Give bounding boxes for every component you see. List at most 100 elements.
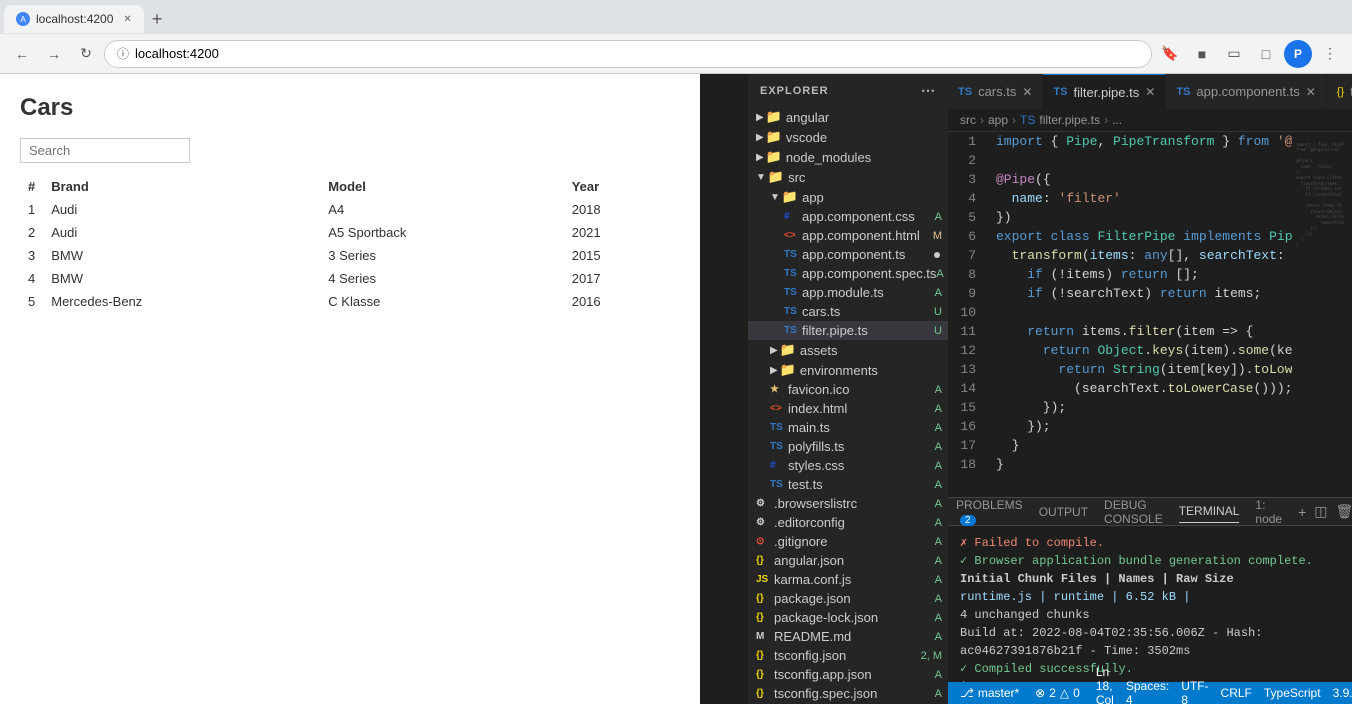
tree-item-package-lock-json[interactable]: {}package-lock.jsonA — [748, 608, 948, 627]
terminal-tab-terminal[interactable]: TERMINAL — [1179, 500, 1240, 523]
tree-item-app-component-css[interactable]: #app.component.cssA — [748, 207, 948, 226]
tab-filter-pipe-ts[interactable]: TS filter.pipe.ts ✕ — [1043, 74, 1166, 109]
address-bar[interactable]: ⓘ localhost:4200 — [104, 40, 1152, 68]
tree-item-app[interactable]: ▼📁app — [748, 187, 948, 207]
tree-item-angular-json[interactable]: {}angular.jsonA — [748, 551, 948, 570]
browser-tab[interactable]: A localhost:4200 ✕ — [4, 5, 144, 33]
file-name: main.ts — [788, 420, 830, 435]
terminal-tab-problems[interactable]: PROBLEMS 2 — [956, 494, 1023, 530]
tab-tsconfig-json[interactable]: {} tsconfig.json ✕ — [1327, 74, 1352, 109]
tree-item--gitignore[interactable]: ⊙.gitignoreA — [748, 532, 948, 551]
tree-item-tsconfig-json[interactable]: {}tsconfig.json2, M — [748, 646, 948, 665]
tree-item-polyfills-ts[interactable]: TSpolyfills.tsA — [748, 437, 948, 456]
tab-cars-ts[interactable]: TS cars.ts ✕ — [948, 74, 1043, 109]
tree-item-index-html[interactable]: <>index.htmlA — [748, 399, 948, 418]
tree-item-karma-conf-js[interactable]: JSkarma.conf.jsA — [748, 570, 948, 589]
tree-item-app-module-ts[interactable]: TSapp.module.tsA — [748, 283, 948, 302]
terminal-panel: PROBLEMS 2 OUTPUT DEBUG CONSOLE TERMINAL… — [948, 497, 1352, 682]
tab-settings-button[interactable]: □ — [1252, 40, 1280, 68]
terminal-content: ✗ Failed to compile.✓ Browser applicatio… — [948, 526, 1352, 682]
status-branch[interactable]: ⎇ master* — [956, 686, 1023, 700]
terminal-split-icon[interactable]: ◫ — [1314, 503, 1327, 520]
breadcrumb-sep1: › — [980, 113, 984, 127]
status-encoding[interactable]: UTF-8 — [1177, 665, 1212, 704]
status-line-col[interactable]: Ln 18, Col 1 — [1092, 665, 1118, 704]
tree-item-README-md[interactable]: MREADME.mdA — [748, 627, 948, 646]
terminal-trash-icon[interactable]: 🗑 — [1336, 503, 1352, 520]
status-errors[interactable]: ⊗ 2 △ 0 — [1031, 686, 1084, 700]
tree-item--editorconfig[interactable]: ⚙.editorconfigA — [748, 513, 948, 532]
new-tab-button[interactable]: + — [152, 9, 163, 30]
tab-filter-pipe-ts-close[interactable]: ✕ — [1145, 85, 1155, 99]
terminal-line: Initial Chunk Files | Names | Raw Size — [960, 570, 1340, 588]
error-count: 2 — [1049, 686, 1056, 700]
main-layout: Cars # Brand Model Year 1AudiA420182Audi… — [0, 74, 1352, 704]
forward-button[interactable]: → — [40, 40, 68, 68]
file-name: cars.ts — [802, 304, 840, 319]
bookmark-button[interactable]: 🔖 — [1156, 40, 1184, 68]
tree-item-cars-ts[interactable]: TScars.tsU — [748, 302, 948, 321]
tree-item-styles-css[interactable]: #styles.cssA — [748, 456, 948, 475]
tab-filter-pipe-ts-icon: TS — [1053, 86, 1067, 98]
tree-item-vscode[interactable]: ▶📁vscode — [748, 127, 948, 147]
menu-button[interactable]: ⋮ — [1316, 40, 1344, 68]
tree-item-tsconfig-app-json[interactable]: {}tsconfig.app.jsonA — [748, 665, 948, 684]
tree-item-src[interactable]: ▼📁src — [748, 167, 948, 187]
tree-item-favicon-ico[interactable]: ★favicon.icoA — [748, 380, 948, 399]
tree-item-app-component-html[interactable]: <>app.component.htmlM — [748, 226, 948, 245]
status-version[interactable]: 3.9.7 — [1329, 665, 1352, 704]
warning-count: 0 — [1073, 686, 1080, 700]
reload-button[interactable]: ↻ — [72, 40, 100, 68]
tree-item-angular[interactable]: ▶📁angular — [748, 107, 948, 127]
terminal-line: Build at: 2022-08-04T02:35:56.006Z - Has… — [960, 624, 1340, 660]
tab-app-component-ts-close[interactable]: ✕ — [1306, 85, 1316, 99]
search-input[interactable] — [20, 138, 190, 163]
tree-item-node-modules[interactable]: ▶📁node_modules — [748, 147, 948, 167]
tree-item-test-ts[interactable]: TStest.tsA — [748, 475, 948, 494]
tree-item-main-ts[interactable]: TSmain.tsA — [748, 418, 948, 437]
file-name: app.component.css — [802, 209, 915, 224]
tree-item-package-json[interactable]: {}package.jsonA — [748, 589, 948, 608]
tree-item-environments[interactable]: ▶📁environments — [748, 360, 948, 380]
tree-item-app-component-ts[interactable]: TSapp.component.ts — [748, 245, 948, 264]
status-line-ending[interactable]: CRLF — [1217, 665, 1256, 704]
explorer-more-icon[interactable]: ⋯ — [921, 82, 936, 99]
file-name: .gitignore — [774, 534, 827, 549]
code-content[interactable]: import { Pipe, PipeTransform } from '@an… — [988, 132, 1292, 497]
back-button[interactable]: ← — [8, 40, 36, 68]
file-name: karma.conf.js — [774, 572, 851, 587]
cast-button[interactable]: ▭ — [1220, 40, 1248, 68]
file-name: package.json — [774, 591, 851, 606]
status-language[interactable]: TypeScript — [1260, 665, 1325, 704]
table-row: 1AudiA42018 — [20, 198, 680, 221]
file-name: app.component.html — [802, 228, 920, 243]
terminal-add-icon[interactable]: + — [1298, 504, 1306, 520]
folder-name: angular — [786, 110, 829, 125]
tree-item--browserslistrc[interactable]: ⚙.browserslistrcA — [748, 494, 948, 513]
tab-cars-ts-close[interactable]: ✕ — [1022, 85, 1032, 99]
terminal-tab-node[interactable]: 1: node — [1255, 494, 1282, 530]
code-editor[interactable]: 1 2 3 4 5 6 7 8 9 10 11 12 13 14 15 16 1… — [948, 132, 1292, 497]
git-branch-icon: ⎇ — [960, 686, 974, 700]
line-numbers: 1 2 3 4 5 6 7 8 9 10 11 12 13 14 15 16 1… — [948, 132, 988, 497]
encoding-text: UTF-8 — [1181, 679, 1208, 704]
tree-item-assets[interactable]: ▶📁assets — [748, 340, 948, 360]
file-name: polyfills.ts — [788, 439, 844, 454]
extensions-button[interactable]: ■ — [1188, 40, 1216, 68]
tab-close-button[interactable]: ✕ — [123, 14, 131, 25]
tab-app-component-ts[interactable]: TS app.component.ts ✕ — [1166, 74, 1326, 109]
tree-item-app-component-spec-ts[interactable]: TSapp.component.spec.tsA — [748, 264, 948, 283]
terminal-tab-output[interactable]: OUTPUT — [1039, 501, 1088, 523]
folder-name: environments — [800, 363, 878, 378]
profile-button[interactable]: P — [1284, 40, 1312, 68]
tab-favicon: A — [16, 12, 30, 26]
webpage: Cars # Brand Model Year 1AudiA420182Audi… — [0, 74, 700, 704]
address-input[interactable]: localhost:4200 — [135, 46, 1139, 61]
breadcrumb-ts-icon: TS — [1020, 113, 1035, 127]
folder-name: node_modules — [786, 150, 871, 165]
tree-item-tsconfig-spec-json[interactable]: {}tsconfig.spec.jsonA — [748, 684, 948, 703]
breadcrumb-src: src — [960, 113, 976, 127]
tree-item-filter-pipe-ts[interactable]: TSfilter.pipe.tsU — [748, 321, 948, 340]
terminal-tab-debug-console[interactable]: DEBUG CONSOLE — [1104, 494, 1163, 530]
status-spaces[interactable]: Spaces: 4 — [1122, 665, 1173, 704]
